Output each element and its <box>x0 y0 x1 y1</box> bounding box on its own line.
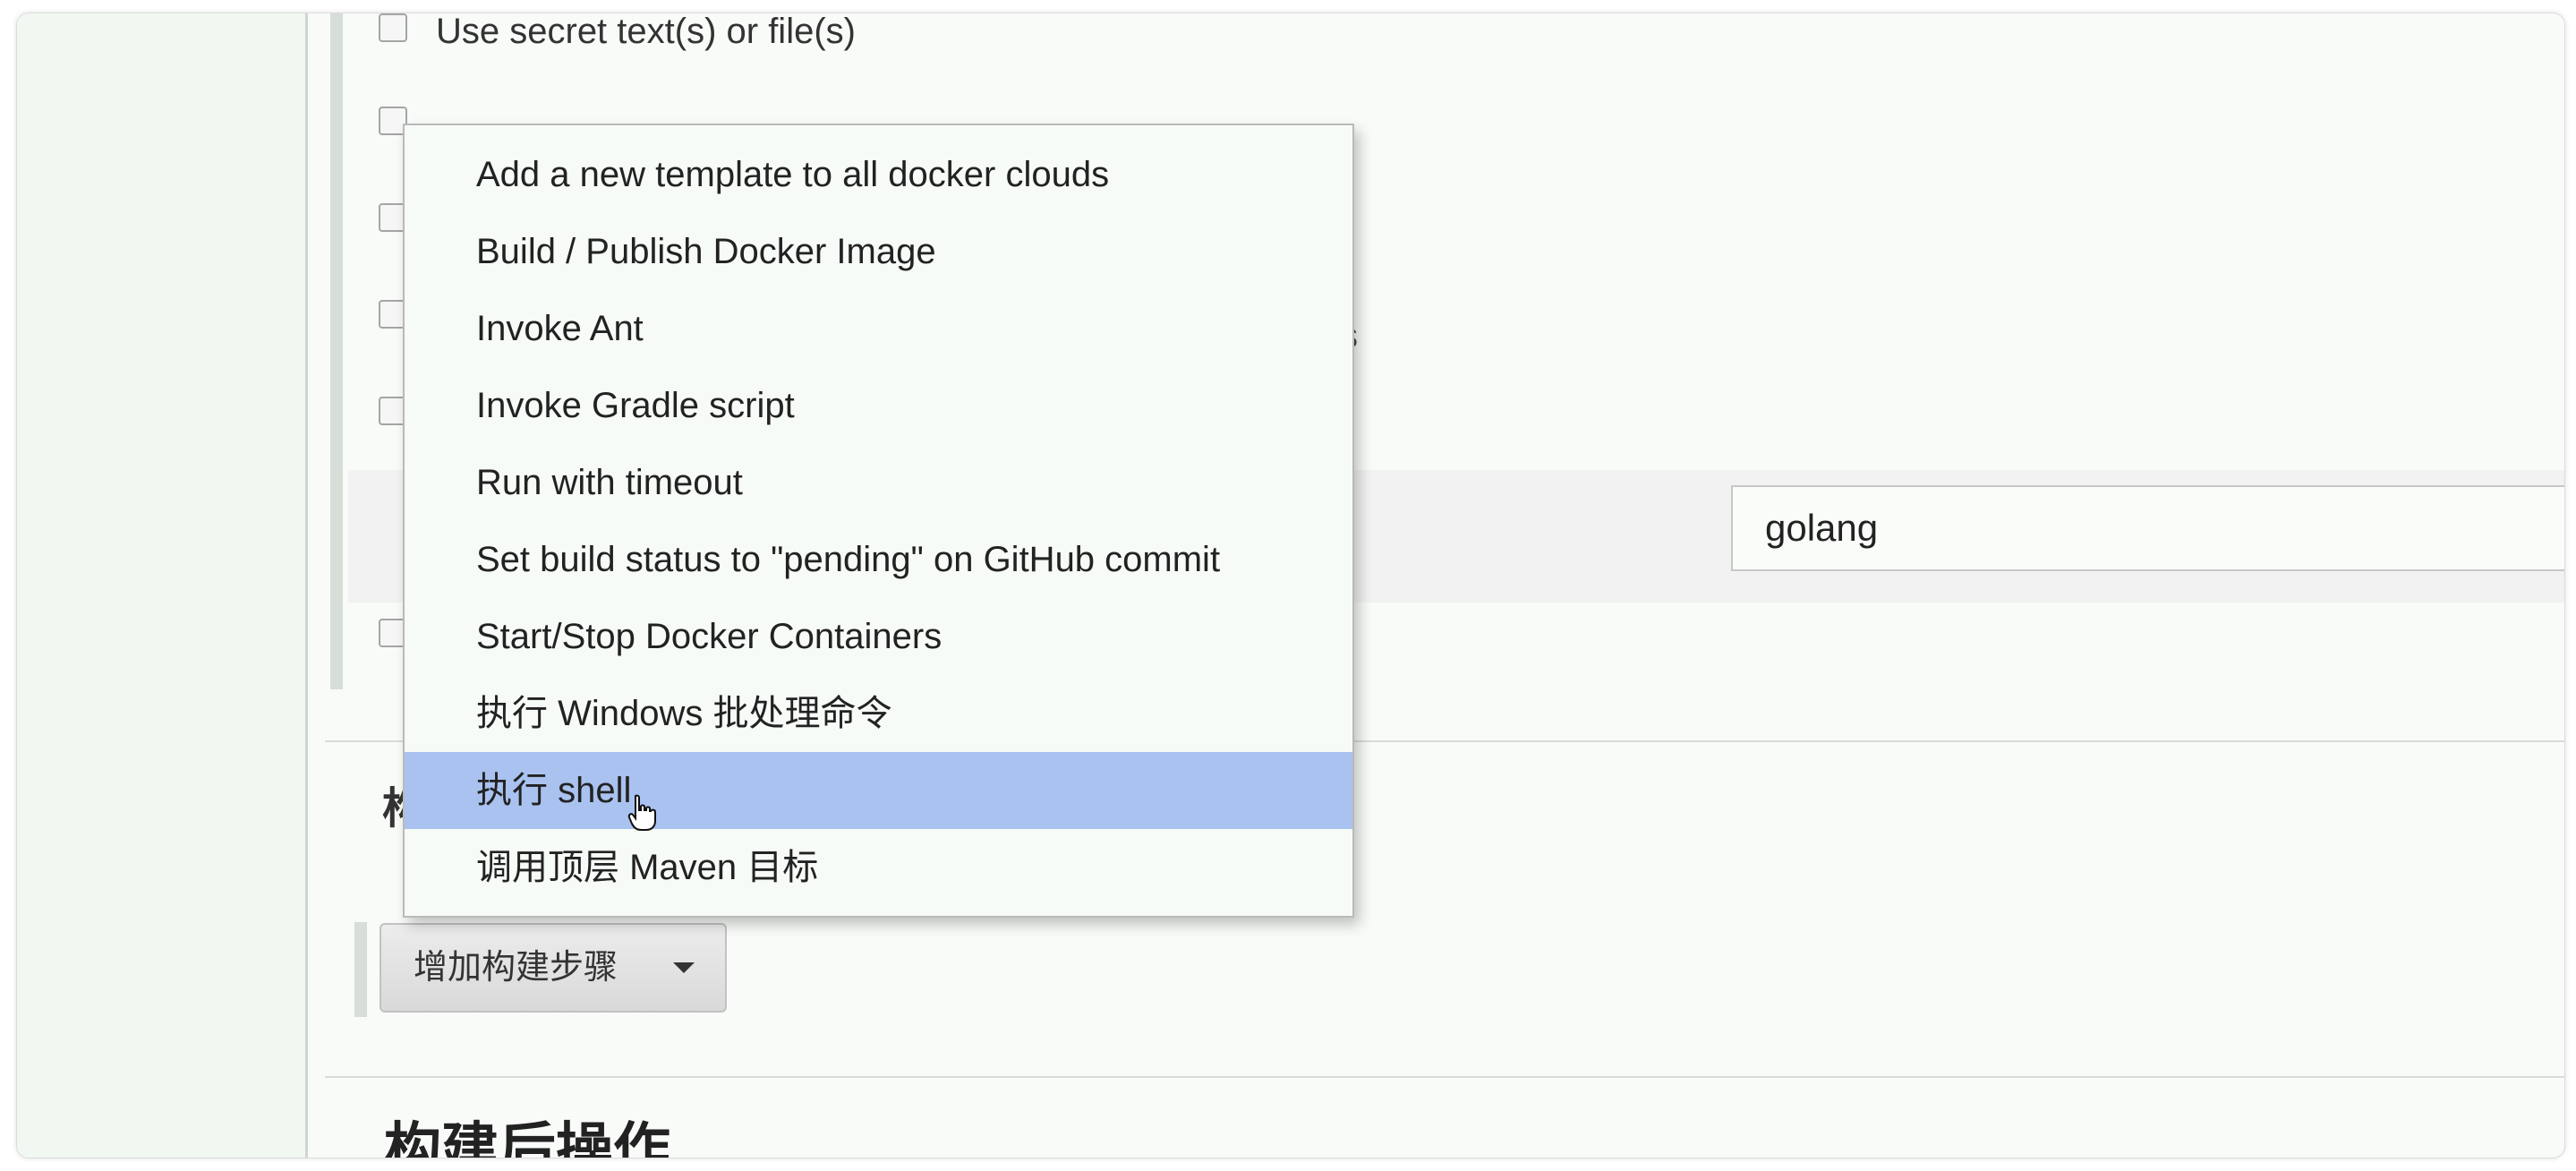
build-steps-indent-bar <box>354 922 367 1017</box>
left-side-panel <box>17 13 308 1158</box>
add-build-step-label: 增加构建步骤 <box>414 949 618 987</box>
menu-item-add-template[interactable]: Add a new template to all docker clouds <box>405 136 1352 213</box>
menu-item-invoke-ant[interactable]: Invoke Ant <box>405 290 1352 367</box>
menu-item-invoke-gradle[interactable]: Invoke Gradle script <box>405 367 1352 444</box>
section-indent-bar <box>330 13 343 689</box>
menu-item-windows-batch[interactable]: 执行 Windows 批处理命令 <box>405 675 1352 752</box>
add-build-step-button[interactable]: 增加构建步骤 <box>380 923 727 1013</box>
chevron-down-icon <box>673 962 695 973</box>
text-input-field[interactable]: golang <box>1731 485 2564 571</box>
menu-item-docker-image[interactable]: Build / Publish Docker Image <box>405 213 1352 290</box>
menu-item-github-pending[interactable]: Set build status to "pending" on GitHub … <box>405 521 1352 598</box>
build-step-dropdown-menu: Add a new template to all docker clouds … <box>403 124 1354 918</box>
build-section-heading: 构 <box>382 773 404 835</box>
use-secret-label: Use secret text(s) or file(s) <box>436 13 856 51</box>
menu-item-run-with-timeout[interactable]: Run with timeout <box>405 444 1352 521</box>
menu-item-execute-shell[interactable]: 执行 shell <box>405 752 1352 829</box>
menu-item-docker-containers[interactable]: Start/Stop Docker Containers <box>405 598 1352 675</box>
jenkins-config-window: Use secret text(s) or file(s) s golang 构… <box>16 13 2565 1158</box>
post-build-heading: 构建后操作 <box>384 1117 670 1158</box>
hand-cursor-icon <box>627 794 656 831</box>
section-divider-2 <box>325 1076 2564 1078</box>
use-secret-checkbox[interactable] <box>379 13 407 42</box>
menu-item-maven-targets[interactable]: 调用顶层 Maven 目标 <box>405 829 1352 906</box>
